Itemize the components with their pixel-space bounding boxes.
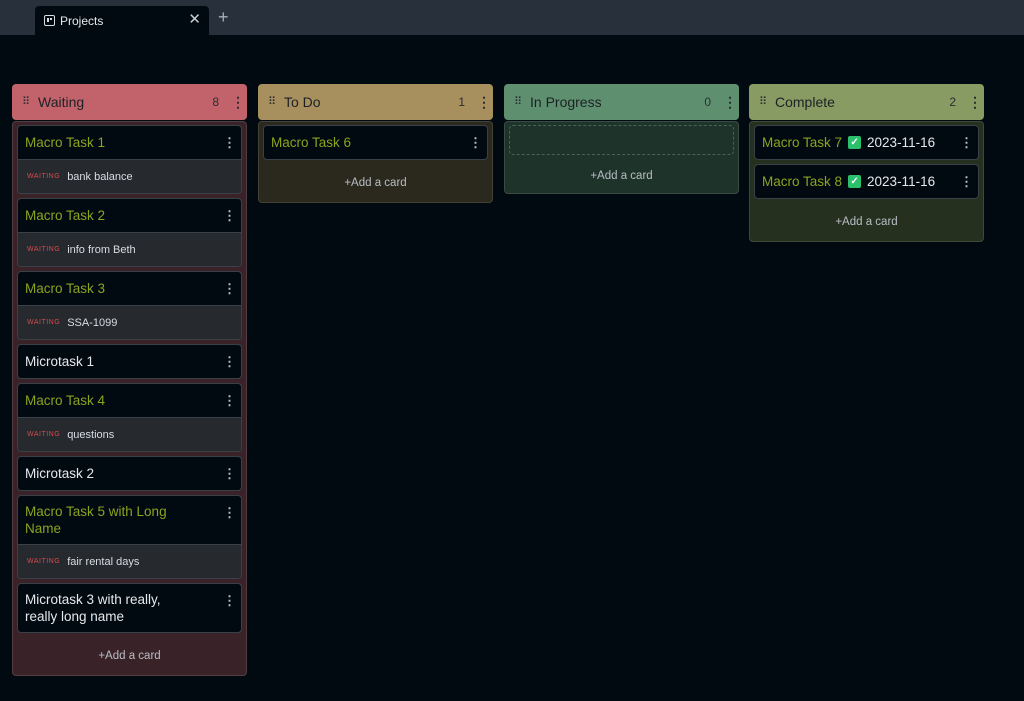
drag-handle-icon[interactable]: ⠿: [514, 97, 522, 108]
card[interactable]: Microtask 2 ⋮: [17, 456, 242, 491]
card-title[interactable]: Macro Task 4: [25, 392, 223, 409]
card[interactable]: Macro Task 1 ⋮ WAITING bank balance: [17, 125, 242, 194]
card[interactable]: Macro Task 7 ✓ 2023-11-16 ⋮: [754, 125, 979, 160]
card[interactable]: Microtask 1 ⋮: [17, 344, 242, 379]
column-waiting: ⠿ Waiting 8 ⋮ Macro Task 1 ⋮ WAITING bank …: [12, 84, 247, 676]
add-card-button[interactable]: +Add a card: [754, 203, 979, 241]
tab-projects[interactable]: Projects ✕: [35, 6, 209, 35]
column-complete: ⠿ Complete 2 ⋮ Macro Task 7 ✓ 2023-11-16…: [749, 84, 984, 242]
kebab-menu-icon[interactable]: ⋮: [223, 135, 236, 151]
waiting-tag: WAITING: [27, 319, 61, 326]
tab-bar: Projects ✕ +: [0, 0, 1024, 35]
waiting-tag: WAITING: [27, 558, 61, 565]
column-header-in-progress[interactable]: ⠿ In Progress 0 ⋮: [504, 84, 739, 120]
card-subtask[interactable]: info from Beth: [67, 244, 135, 256]
add-card-button[interactable]: +Add a card: [263, 164, 488, 202]
card[interactable]: Macro Task 5 with Long Name ⋮ WAITING fair…: [17, 495, 242, 579]
column-in-progress: ⠿ In Progress 0 ⋮ +Add a card: [504, 84, 739, 194]
drag-handle-icon[interactable]: ⠿: [759, 97, 767, 108]
column-count: 8: [212, 95, 219, 109]
kebab-menu-icon[interactable]: ⋮: [231, 95, 245, 109]
card-title[interactable]: Macro Task 5 with Long Name: [25, 503, 223, 537]
due-date: 2023-11-16: [867, 174, 936, 189]
card[interactable]: Microtask 3 with really, really long nam…: [17, 583, 242, 633]
drag-handle-icon[interactable]: ⠿: [268, 97, 276, 108]
column-body-in-progress: +Add a card: [504, 121, 739, 194]
board-icon: [44, 15, 55, 26]
due-date: 2023-11-16: [867, 135, 936, 150]
card[interactable]: Macro Task 2 ⋮ WAITING info from Beth: [17, 198, 242, 267]
card-title[interactable]: Macro Task 3: [25, 280, 223, 297]
card-title[interactable]: Microtask 2: [25, 465, 223, 482]
column-count: 2: [949, 95, 956, 109]
check-box-icon: ✓: [848, 175, 862, 188]
waiting-tag: WAITING: [27, 246, 61, 253]
card-title[interactable]: Macro Task 6: [271, 134, 469, 151]
new-tab-plus-icon[interactable]: +: [218, 7, 229, 27]
kebab-menu-icon[interactable]: ⋮: [223, 505, 236, 521]
empty-drop-zone[interactable]: [509, 125, 734, 155]
drag-handle-icon[interactable]: ⠿: [22, 97, 30, 108]
card-title[interactable]: Macro Task 2: [25, 207, 223, 224]
kebab-menu-icon[interactable]: ⋮: [477, 95, 491, 109]
column-header-todo[interactable]: ⠿ To Do 1 ⋮: [258, 84, 493, 120]
kebab-menu-icon[interactable]: ⋮: [960, 135, 973, 151]
card[interactable]: Macro Task 8 ✓ 2023-11-16 ⋮: [754, 164, 979, 199]
close-icon[interactable]: ✕: [188, 11, 201, 28]
card-subtask[interactable]: bank balance: [67, 171, 132, 183]
card-title[interactable]: Microtask 1: [25, 353, 223, 370]
column-todo: ⠿ To Do 1 ⋮ Macro Task 6 ⋮ +Add a card: [258, 84, 493, 203]
kebab-menu-icon[interactable]: ⋮: [223, 354, 236, 370]
kebab-menu-icon[interactable]: ⋮: [223, 281, 236, 297]
add-card-button[interactable]: +Add a card: [17, 637, 242, 675]
column-header-waiting[interactable]: ⠿ Waiting 8 ⋮: [12, 84, 247, 120]
card-title[interactable]: Macro Task 1: [25, 134, 223, 151]
card[interactable]: Macro Task 3 ⋮ WAITING SSA-1099: [17, 271, 242, 340]
tab-title: Projects: [60, 13, 104, 28]
card-subtask[interactable]: SSA-1099: [67, 317, 117, 329]
card-title[interactable]: Microtask 3 with really, really long nam…: [25, 591, 223, 625]
card-subtask[interactable]: fair rental days: [67, 556, 139, 568]
column-body-complete: Macro Task 7 ✓ 2023-11-16 ⋮ Macro Task 8…: [749, 121, 984, 242]
kebab-menu-icon[interactable]: ⋮: [723, 95, 737, 109]
column-title: In Progress: [530, 94, 602, 110]
kebab-menu-icon[interactable]: ⋮: [223, 393, 236, 409]
card[interactable]: Macro Task 4 ⋮ WAITING questions: [17, 383, 242, 452]
check-box-icon: ✓: [848, 136, 862, 149]
kebab-menu-icon[interactable]: ⋮: [223, 208, 236, 224]
kebab-menu-icon[interactable]: ⋮: [223, 466, 236, 482]
column-body-todo: Macro Task 6 ⋮ +Add a card: [258, 121, 493, 203]
column-title: Complete: [775, 94, 835, 110]
waiting-tag: WAITING: [27, 431, 61, 438]
column-title: Waiting: [38, 94, 85, 110]
column-count: 1: [458, 95, 465, 109]
add-card-button[interactable]: +Add a card: [509, 159, 734, 193]
column-title: To Do: [284, 94, 321, 110]
column-body-waiting: Macro Task 1 ⋮ WAITING bank balance Macro …: [12, 121, 247, 676]
kebab-menu-icon[interactable]: ⋮: [968, 95, 982, 109]
card-title[interactable]: Macro Task 7: [762, 134, 842, 151]
column-count: 0: [704, 95, 711, 109]
kebab-menu-icon[interactable]: ⋮: [469, 135, 482, 151]
card-subtask[interactable]: questions: [67, 429, 114, 441]
kebab-menu-icon[interactable]: ⋮: [960, 174, 973, 190]
kebab-menu-icon[interactable]: ⋮: [223, 593, 236, 609]
waiting-tag: WAITING: [27, 173, 61, 180]
card[interactable]: Macro Task 6 ⋮: [263, 125, 488, 160]
card-title[interactable]: Macro Task 8: [762, 173, 842, 190]
column-header-complete[interactable]: ⠿ Complete 2 ⋮: [749, 84, 984, 120]
